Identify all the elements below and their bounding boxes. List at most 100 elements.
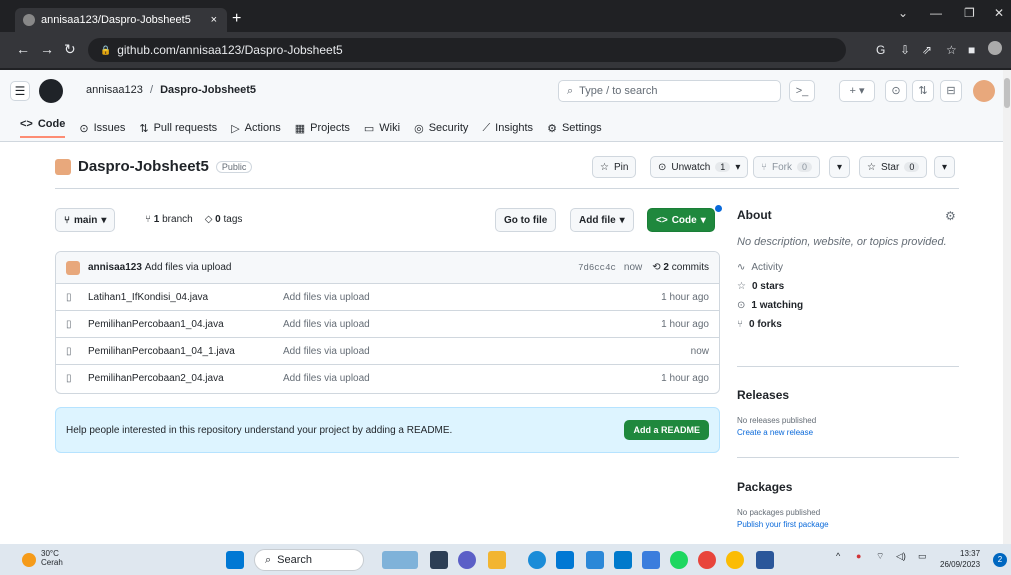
gear-icon[interactable]: ⚙ — [945, 209, 956, 223]
taskbar-search[interactable]: ⌕ Search — [254, 549, 364, 571]
file-explorer-icon[interactable] — [488, 551, 506, 569]
pull-requests-icon[interactable]: ⇅ — [912, 80, 934, 102]
user-avatar[interactable] — [973, 80, 995, 102]
file-name[interactable]: PemilihanPercobaan2_04.java — [88, 373, 268, 384]
divider — [737, 457, 959, 458]
widgets-icon[interactable] — [382, 551, 418, 569]
install-icon[interactable]: ⇩ — [900, 43, 910, 57]
word-icon[interactable] — [756, 551, 774, 569]
unwatch-button[interactable]: ⊙ Unwatch 1 ▾ — [650, 156, 749, 178]
google-icon[interactable]: G — [876, 43, 885, 57]
tray-app-icon[interactable]: ● — [856, 551, 861, 561]
bookmark-star-icon[interactable]: ☆ — [946, 43, 957, 57]
owner-link[interactable]: annisaa123 — [86, 84, 143, 96]
file-name[interactable]: PemilihanPercobaan1_04_1.java — [88, 346, 268, 357]
branches-link[interactable]: ⑂ 1 branch — [145, 214, 193, 225]
history-link[interactable]: ⟲ 2 commits — [652, 262, 709, 273]
tab-wiki[interactable]: ▭ Wiki — [364, 118, 400, 138]
scrollbar[interactable] — [1003, 70, 1011, 544]
create-release-link[interactable]: Create a new release — [737, 428, 813, 437]
inbox-icon[interactable]: ⊟ — [940, 80, 962, 102]
file-name[interactable]: Latihan1_IfKondisi_04.java — [88, 292, 268, 303]
browser-tab[interactable]: annisaa123/Daspro-Jobsheet5 × — [15, 8, 227, 32]
spotify-icon[interactable] — [670, 551, 688, 569]
create-new-button[interactable]: + ▾ — [839, 80, 875, 102]
file-commit-message[interactable]: Add files via upload — [283, 292, 370, 303]
file-commit-message[interactable]: Add files via upload — [283, 373, 370, 384]
tab-security[interactable]: ◎ Security — [414, 118, 468, 138]
forks-link[interactable]: ⑂ 0 forks — [737, 319, 959, 330]
commit-author[interactable]: annisaa123 — [88, 262, 142, 273]
table-row: ▯ PemilihanPercobaan1_04.java Add files vi… — [56, 311, 719, 338]
tab-search-icon[interactable]: ⌄ — [898, 6, 908, 20]
minimize-icon[interactable]: — — [930, 6, 942, 20]
code-button[interactable]: <> Code ▾ — [647, 208, 715, 232]
activity-link[interactable]: ∿ Activity — [737, 262, 959, 273]
reload-icon[interactable]: ↻ — [64, 41, 76, 58]
notification-badge[interactable]: 2 — [993, 553, 1007, 567]
store-icon[interactable] — [556, 551, 574, 569]
mail-icon[interactable] — [586, 551, 604, 569]
command-palette-icon[interactable]: >_ — [789, 80, 815, 102]
go-to-file-button[interactable]: Go to file — [495, 208, 557, 232]
branch-select[interactable]: ⑂ main ▾ — [55, 208, 116, 232]
star-dropdown[interactable]: ▾ — [934, 156, 956, 178]
wifi-icon[interactable]: ⌔ — [876, 551, 884, 562]
share-icon[interactable]: ⇗ — [922, 43, 932, 57]
clock[interactable]: 13:37 26/09/2023 — [940, 548, 980, 570]
issues-icon[interactable]: ⊙ — [885, 80, 907, 102]
pin-button[interactable]: ☆ Pin — [592, 156, 637, 178]
repo-link[interactable]: Daspro-Jobsheet5 — [160, 84, 256, 96]
url-bar[interactable]: 🔒 github.com/annisaa123/Daspro-Jobsheet5 — [88, 38, 846, 62]
chat-icon[interactable] — [458, 551, 476, 569]
weather-widget[interactable]: 30°C Cerah — [41, 549, 63, 567]
tab-insights[interactable]: ⟋ Insights — [482, 118, 533, 138]
github-logo-icon[interactable] — [39, 79, 63, 103]
scrollbar-thumb[interactable] — [1004, 78, 1010, 108]
chevron-up-icon[interactable]: ^ — [836, 551, 840, 561]
chrome-icon[interactable] — [698, 551, 716, 569]
restore-icon[interactable]: ❐ — [964, 6, 975, 20]
menu-icon[interactable]: ☰ — [10, 81, 30, 101]
chrome-active-icon[interactable] — [726, 551, 744, 569]
packages-title[interactable]: Packages — [737, 480, 792, 494]
battery-icon[interactable]: ▭ — [918, 551, 927, 562]
tab-code[interactable]: <> Code — [20, 118, 66, 138]
publish-package-link[interactable]: Publish your first package — [737, 520, 829, 529]
task-view-icon[interactable] — [430, 551, 448, 569]
profile-avatar[interactable] — [988, 41, 1002, 55]
sidepanel-icon[interactable]: ■ — [968, 43, 975, 57]
close-window-icon[interactable]: ✕ — [994, 6, 1004, 20]
tags-link[interactable]: ◇ 0 tags — [205, 214, 243, 225]
vscode-icon[interactable] — [614, 551, 632, 569]
file-commit-message[interactable]: Add files via upload — [283, 346, 370, 357]
search-input[interactable]: ⌕ Type / to search — [558, 80, 781, 102]
add-readme-button[interactable]: Add a README — [624, 420, 709, 440]
fork-button[interactable]: ⑂ Fork 0 — [753, 156, 821, 178]
releases-title[interactable]: Releases — [737, 388, 789, 402]
tab-close-icon[interactable]: × — [211, 14, 217, 26]
repo-name[interactable]: Daspro-Jobsheet5 — [78, 158, 209, 175]
app-icon[interactable] — [642, 551, 660, 569]
volume-icon[interactable]: ◁) — [896, 551, 906, 562]
stars-link[interactable]: ☆ 0 stars — [737, 281, 959, 292]
tab-issues[interactable]: ⊙ Issues — [79, 118, 125, 138]
forward-icon[interactable]: → — [40, 41, 54, 57]
tab-settings[interactable]: ⚙ Settings — [547, 118, 602, 138]
new-tab-button[interactable]: + — [232, 10, 241, 28]
fork-dropdown[interactable]: ▾ — [829, 156, 851, 178]
windows-start-icon[interactable] — [226, 551, 244, 569]
commit-hash[interactable]: 7d6cc4c — [578, 263, 616, 273]
file-name[interactable]: PemilihanPercobaan1_04.java — [88, 319, 268, 330]
back-icon[interactable]: ← — [16, 41, 30, 57]
edge-icon[interactable] — [528, 551, 546, 569]
sun-icon[interactable] — [22, 553, 36, 567]
tab-projects[interactable]: ▦ Projects — [295, 118, 350, 138]
tab-actions[interactable]: ▷ Actions — [231, 118, 281, 138]
file-commit-message[interactable]: Add files via upload — [283, 319, 370, 330]
star-button[interactable]: ☆ Star 0 — [859, 156, 928, 178]
commit-message[interactable]: Add files via upload — [145, 262, 232, 273]
watching-link[interactable]: ⊙ 1 watching — [737, 300, 959, 311]
tab-pull-requests[interactable]: ⇅ Pull requests — [139, 118, 217, 138]
add-file-button[interactable]: Add file ▾ — [570, 208, 634, 232]
